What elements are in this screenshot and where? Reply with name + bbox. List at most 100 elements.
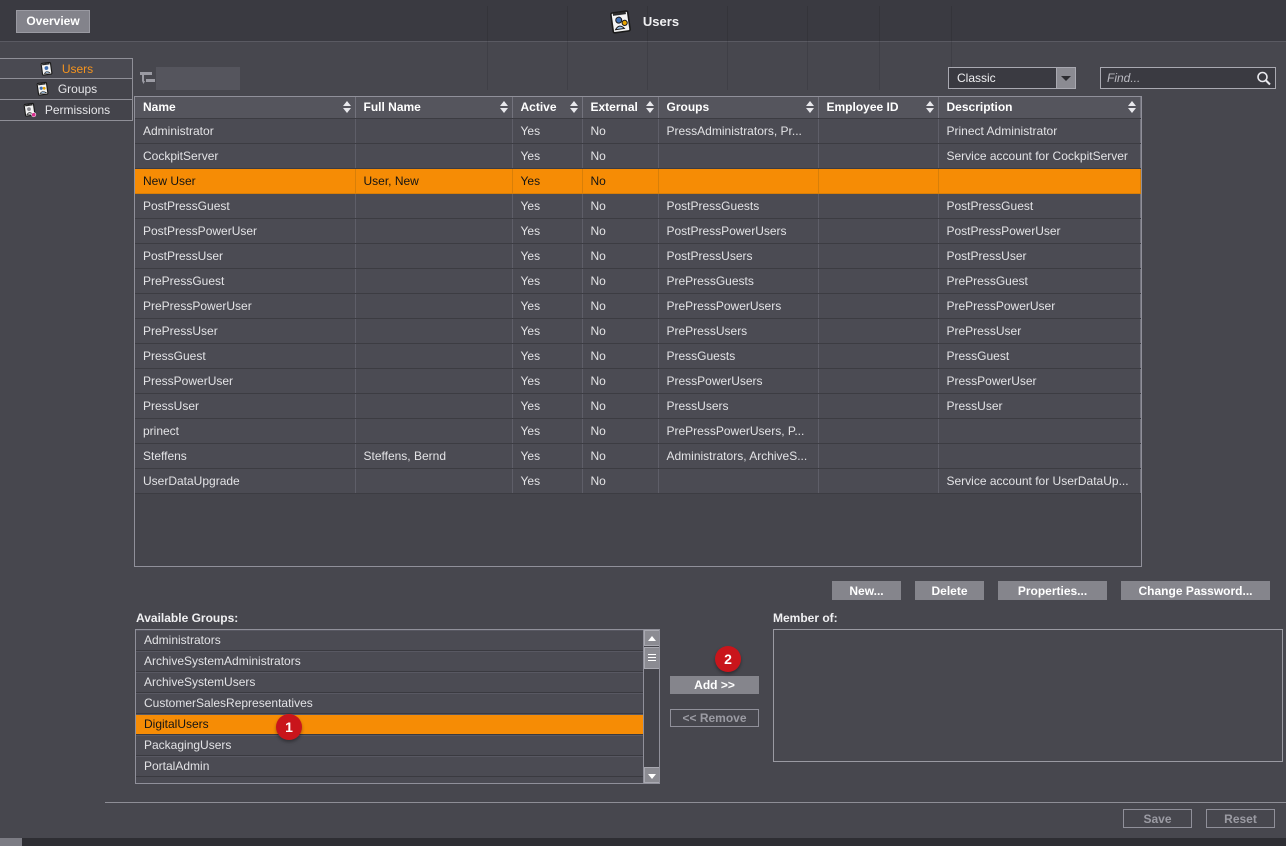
list-item[interactable]: ArchiveSystemUsers: [136, 672, 645, 693]
list-item[interactable]: PackagingUsers: [136, 735, 645, 756]
user-card-icon: [39, 61, 54, 77]
table-cell: [818, 443, 938, 468]
hierarchy-filter-icon[interactable]: [139, 70, 157, 86]
table-row[interactable]: PressUserYesNoPressUsersPressUser: [135, 393, 1140, 418]
groups-scrollbar[interactable]: [643, 630, 659, 783]
change-password-button[interactable]: Change Password...: [1121, 581, 1270, 600]
column-header-active[interactable]: Active: [512, 97, 582, 118]
sidebar-item-label: Users: [62, 62, 93, 76]
magnifier-icon[interactable]: [1255, 70, 1272, 87]
step-badge-1: 1: [276, 714, 302, 740]
sidebar-item-groups[interactable]: Groups: [0, 79, 133, 100]
toolbar-separator: [647, 6, 648, 90]
table-row[interactable]: SteffensSteffens, BerndYesNoAdministrato…: [135, 443, 1140, 468]
list-item[interactable]: PortalAdmin: [136, 756, 645, 777]
table-cell: [818, 268, 938, 293]
remove-button[interactable]: << Remove: [670, 709, 759, 727]
save-button[interactable]: Save: [1123, 809, 1192, 828]
column-header-label: Active: [521, 100, 557, 114]
table-cell: [818, 218, 938, 243]
overview-button[interactable]: Overview: [16, 10, 90, 33]
toolbar-separator: [487, 6, 488, 90]
table-row[interactable]: New UserUser, NewYesNo: [135, 168, 1140, 193]
table-cell: Yes: [512, 193, 582, 218]
table-cell: [818, 468, 938, 493]
list-item[interactable]: Administrators: [136, 630, 645, 651]
table-row[interactable]: PostPressPowerUserYesNoPostPressPowerUse…: [135, 218, 1140, 243]
table-cell: Yes: [512, 243, 582, 268]
sidebar-item-users[interactable]: Users: [0, 58, 133, 79]
column-header-external[interactable]: External: [582, 97, 658, 118]
table-row[interactable]: PostPressGuestYesNoPostPressGuestsPostPr…: [135, 193, 1140, 218]
reset-button[interactable]: Reset: [1206, 809, 1275, 828]
table-header-row: NameFull Name Active External Groups Employe…: [135, 97, 1140, 118]
add-button[interactable]: Add >>: [670, 676, 759, 694]
table-cell: Yes: [512, 368, 582, 393]
list-item[interactable]: DigitalUsers: [136, 714, 645, 735]
table-row[interactable]: PressGuestYesNoPressGuestsPressGuest: [135, 343, 1140, 368]
scroll-up-icon[interactable]: [644, 630, 660, 646]
table-cell: PressPowerUsers: [658, 368, 818, 393]
table-cell: Yes: [512, 268, 582, 293]
table-cell: Yes: [512, 218, 582, 243]
column-header-full-name[interactable]: Full Name: [355, 97, 512, 118]
table-cell: PressUsers: [658, 393, 818, 418]
table-row[interactable]: PrePressGuestYesNoPrePressGuestsPrePress…: [135, 268, 1140, 293]
table-cell: PostPressPowerUsers: [658, 218, 818, 243]
page-title: Users: [643, 14, 679, 29]
table-row[interactable]: UserDataUpgradeYesNoService account for …: [135, 468, 1140, 493]
table-cell: Yes: [512, 468, 582, 493]
table-cell: PrePressPowerUser: [135, 293, 355, 318]
properties-button[interactable]: Properties...: [998, 581, 1107, 600]
table-cell: [658, 468, 818, 493]
table-row[interactable]: AdministratorYesNoPressAdministrators, P…: [135, 118, 1140, 143]
sort-icon: [500, 101, 508, 113]
table-cell: [355, 268, 512, 293]
footer-buttons: Save Reset: [1123, 809, 1275, 828]
list-item[interactable]: CustomerSalesRepresentatives: [136, 693, 645, 714]
table-row[interactable]: PostPressUserYesNoPostPressUsersPostPres…: [135, 243, 1140, 268]
table-cell: PressPowerUser: [135, 368, 355, 393]
column-header-label: Groups: [667, 100, 710, 114]
table-cell: No: [582, 218, 658, 243]
filter-input[interactable]: [156, 67, 240, 90]
table-row[interactable]: prinectYesNoPrePressPowerUsers, P...: [135, 418, 1140, 443]
table-cell: PrePressUser: [135, 318, 355, 343]
table-cell: No: [582, 293, 658, 318]
scroll-down-icon[interactable]: [644, 767, 660, 783]
table-cell: [355, 393, 512, 418]
view-mode-value: Classic: [957, 71, 996, 85]
table-row[interactable]: CockpitServerYesNoService account for Co…: [135, 143, 1140, 168]
list-item[interactable]: ArchiveSystemAdministrators: [136, 651, 645, 672]
table-cell: PressGuests: [658, 343, 818, 368]
step-badge-2: 2: [715, 646, 741, 672]
column-header-employee-id[interactable]: Employee ID: [818, 97, 938, 118]
table-row[interactable]: PressPowerUserYesNoPressPowerUsersPressP…: [135, 368, 1140, 393]
available-groups-list[interactable]: AdministratorsArchiveSystemAdministrator…: [135, 629, 660, 784]
column-header-groups[interactable]: Groups: [658, 97, 818, 118]
scrollbar-thumb[interactable]: [644, 647, 660, 669]
table-row[interactable]: PrePressPowerUserYesNoPrePressPowerUsers…: [135, 293, 1140, 318]
sort-icon: [570, 101, 578, 113]
column-header-description[interactable]: Description: [938, 97, 1140, 118]
member-of-label: Member of:: [773, 611, 838, 625]
sidebar-item-permissions[interactable]: Permissions: [0, 100, 133, 121]
find-input[interactable]: [1101, 68, 1253, 88]
sort-icon: [926, 101, 934, 113]
table-row[interactable]: PrePressUserYesNoPrePressUsersPrePressUs…: [135, 318, 1140, 343]
table-cell: prinect: [135, 418, 355, 443]
column-header-name[interactable]: Name: [135, 97, 355, 118]
table-cell: No: [582, 443, 658, 468]
view-mode-select[interactable]: Classic: [948, 67, 1076, 89]
table-cell: [818, 293, 938, 318]
table-cell: [355, 418, 512, 443]
member-of-list[interactable]: [773, 629, 1283, 762]
table-cell: [355, 118, 512, 143]
column-header-label: External: [591, 100, 638, 114]
permissions-card-icon: [22, 102, 37, 118]
sort-icon: [343, 101, 351, 113]
table-cell: [818, 318, 938, 343]
table-cell: PostPressUser: [135, 243, 355, 268]
new-button[interactable]: New...: [832, 581, 901, 600]
delete-button[interactable]: Delete: [915, 581, 984, 600]
